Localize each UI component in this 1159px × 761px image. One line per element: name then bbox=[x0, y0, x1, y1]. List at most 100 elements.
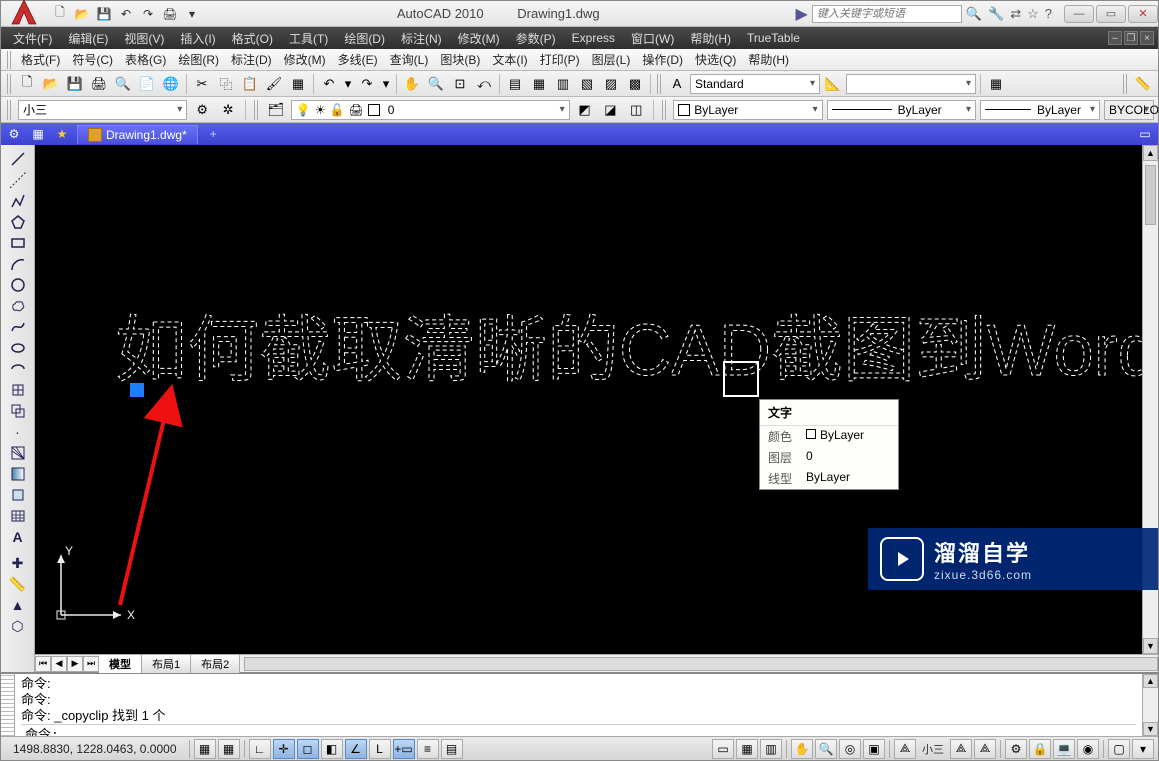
menu-param[interactable]: 参数(P) bbox=[508, 28, 564, 49]
grip-icon[interactable] bbox=[254, 100, 259, 120]
pm-format[interactable]: 格式(F) bbox=[15, 49, 66, 70]
gear-icon[interactable]: ⚙ bbox=[5, 125, 23, 143]
textstyle-combo[interactable]: Standard bbox=[690, 74, 820, 94]
pm-mline[interactable]: 多线(E) bbox=[332, 49, 384, 70]
scroll-up-icon[interactable]: ▲ bbox=[1143, 145, 1158, 161]
point-icon[interactable]: · bbox=[4, 422, 32, 442]
redo-icon[interactable]: ↷ bbox=[139, 5, 157, 23]
qp-toggle[interactable]: ▤ bbox=[441, 739, 463, 759]
calc-icon[interactable]: ▩ bbox=[624, 73, 646, 95]
menu-modify[interactable]: 修改(M) bbox=[450, 28, 508, 49]
search-arrow-icon[interactable]: ▶ bbox=[796, 4, 808, 24]
dyn-toggle[interactable]: +▭ bbox=[393, 739, 415, 759]
ducs-toggle[interactable]: L bbox=[369, 739, 391, 759]
mirror-icon[interactable]: ▲ bbox=[4, 595, 32, 615]
scroll-thumb[interactable] bbox=[1145, 165, 1156, 225]
undo-icon[interactable]: ↶ bbox=[318, 73, 340, 95]
menu-draw[interactable]: 绘图(D) bbox=[336, 28, 393, 49]
favorite-icon[interactable]: ☆ bbox=[1027, 6, 1039, 22]
region-icon[interactable] bbox=[4, 485, 32, 505]
save-icon[interactable]: 💾 bbox=[64, 73, 86, 95]
grip-icon[interactable] bbox=[662, 100, 667, 120]
command-grip[interactable] bbox=[1, 674, 15, 736]
tab-last-icon[interactable]: ⏭ bbox=[83, 656, 99, 672]
doc-tab[interactable]: Drawing1.dwg* bbox=[77, 125, 198, 144]
qview-layouts-icon[interactable]: ▦ bbox=[736, 739, 758, 759]
pm-print[interactable]: 打印(P) bbox=[534, 49, 586, 70]
pm-query[interactable]: 查询(L) bbox=[384, 49, 435, 70]
tray-menu-icon[interactable]: ▾ bbox=[1132, 739, 1154, 759]
layerprev-icon[interactable]: ◪ bbox=[599, 99, 621, 121]
revcloud-icon[interactable] bbox=[4, 296, 32, 316]
grid-icon[interactable]: ▦ bbox=[29, 125, 47, 143]
otrack-toggle[interactable]: ∠ bbox=[345, 739, 367, 759]
markup-icon[interactable]: ▨ bbox=[600, 73, 622, 95]
menu-edit[interactable]: 编辑(E) bbox=[60, 28, 116, 49]
wheel-icon[interactable]: ◎ bbox=[839, 739, 861, 759]
undo-drop-icon[interactable]: ▾ bbox=[342, 73, 354, 95]
horizontal-scrollbar[interactable] bbox=[244, 657, 1158, 671]
textstyle-icon[interactable]: A bbox=[666, 73, 688, 95]
matchprop-icon[interactable]: 🖌 bbox=[263, 73, 285, 95]
menu-insert[interactable]: 插入(I) bbox=[172, 28, 223, 49]
showmotion-icon[interactable]: ▣ bbox=[863, 739, 885, 759]
help-icon[interactable]: ? bbox=[1045, 6, 1052, 22]
close-button[interactable]: ✕ bbox=[1128, 5, 1158, 23]
zoomprev-icon[interactable]: ⤺ bbox=[473, 73, 495, 95]
menu-format[interactable]: 格式(O) bbox=[224, 28, 281, 49]
lineweight-combo[interactable]: ByLayer bbox=[980, 100, 1100, 120]
pm-layer[interactable]: 图层(L) bbox=[586, 49, 637, 70]
zoomwin-icon[interactable]: ⊡ bbox=[449, 73, 471, 95]
menu-express[interactable]: Express bbox=[564, 29, 623, 47]
tab-first-icon[interactable]: ⏮ bbox=[35, 656, 51, 672]
mdi-close-icon[interactable]: × bbox=[1140, 31, 1154, 45]
spline-icon[interactable] bbox=[4, 317, 32, 337]
ortho-toggle[interactable]: ∟ bbox=[249, 739, 271, 759]
menu-file[interactable]: 文件(F) bbox=[5, 28, 60, 49]
pm-block[interactable]: 图块(B) bbox=[434, 49, 486, 70]
gear-icon[interactable]: ⚙ bbox=[191, 99, 213, 121]
circle-icon[interactable] bbox=[4, 275, 32, 295]
tablestyle-icon[interactable]: ▦ bbox=[985, 73, 1007, 95]
annoauto-icon[interactable]: ⟁ bbox=[974, 739, 996, 759]
tab-next-icon[interactable]: ▶ bbox=[67, 656, 83, 672]
mdi-min-icon[interactable]: – bbox=[1108, 31, 1122, 45]
makeblock-icon[interactable] bbox=[4, 401, 32, 421]
print-icon[interactable]: 🖨 bbox=[161, 5, 179, 23]
binoculars-icon[interactable]: 🔍 bbox=[966, 6, 982, 22]
model-button[interactable]: ▭ bbox=[712, 739, 734, 759]
3dosnap-toggle[interactable]: ◧ bbox=[321, 739, 343, 759]
pan-icon[interactable]: ✋ bbox=[791, 739, 813, 759]
qat-more-icon[interactable]: ▾ bbox=[183, 5, 201, 23]
pm-modify[interactable]: 修改(M) bbox=[278, 49, 332, 70]
pan-icon[interactable]: ✋ bbox=[401, 73, 423, 95]
addsel-icon[interactable]: ✚ bbox=[4, 553, 32, 573]
hatch-icon[interactable] bbox=[4, 443, 32, 463]
preview-icon[interactable]: 🔍 bbox=[112, 73, 134, 95]
print-icon[interactable]: 🖨 bbox=[88, 73, 110, 95]
open-icon[interactable]: 📂 bbox=[73, 5, 91, 23]
cut-icon[interactable]: ✂ bbox=[191, 73, 213, 95]
pm-dim[interactable]: 标注(D) bbox=[225, 49, 278, 70]
new-tab-button[interactable]: + bbox=[204, 127, 223, 141]
mdi-restore-icon[interactable]: ❐ bbox=[1124, 31, 1138, 45]
plotstyle-combo[interactable]: BYCOLOR bbox=[1104, 100, 1154, 120]
search-input[interactable] bbox=[812, 5, 962, 23]
redo-icon[interactable]: ↷ bbox=[356, 73, 378, 95]
xline-icon[interactable] bbox=[4, 170, 32, 190]
grip-icon[interactable] bbox=[7, 51, 13, 69]
copy-icon[interactable]: ⿻ bbox=[215, 73, 237, 95]
gear2-icon[interactable]: ✲ bbox=[217, 99, 239, 121]
linetype-combo[interactable]: ByLayer bbox=[827, 100, 976, 120]
cleanscreen-icon[interactable]: ▢ bbox=[1108, 739, 1130, 759]
menu-window[interactable]: 窗口(W) bbox=[623, 28, 682, 49]
redo-drop-icon[interactable]: ▾ bbox=[380, 73, 392, 95]
pm-qselect[interactable]: 快选(Q) bbox=[689, 49, 742, 70]
coordinates[interactable]: 1498.8830, 1228.0463, 0.0000 bbox=[5, 742, 185, 756]
selection-grip[interactable] bbox=[130, 383, 144, 397]
qnew-icon[interactable]: 🗋 bbox=[16, 73, 38, 95]
menu-dimension[interactable]: 标注(N) bbox=[393, 28, 450, 49]
layeriso-icon[interactable]: ◩ bbox=[574, 99, 596, 121]
color-combo[interactable]: ByLayer bbox=[673, 100, 822, 120]
menu-truetable[interactable]: TrueTable bbox=[739, 29, 808, 47]
